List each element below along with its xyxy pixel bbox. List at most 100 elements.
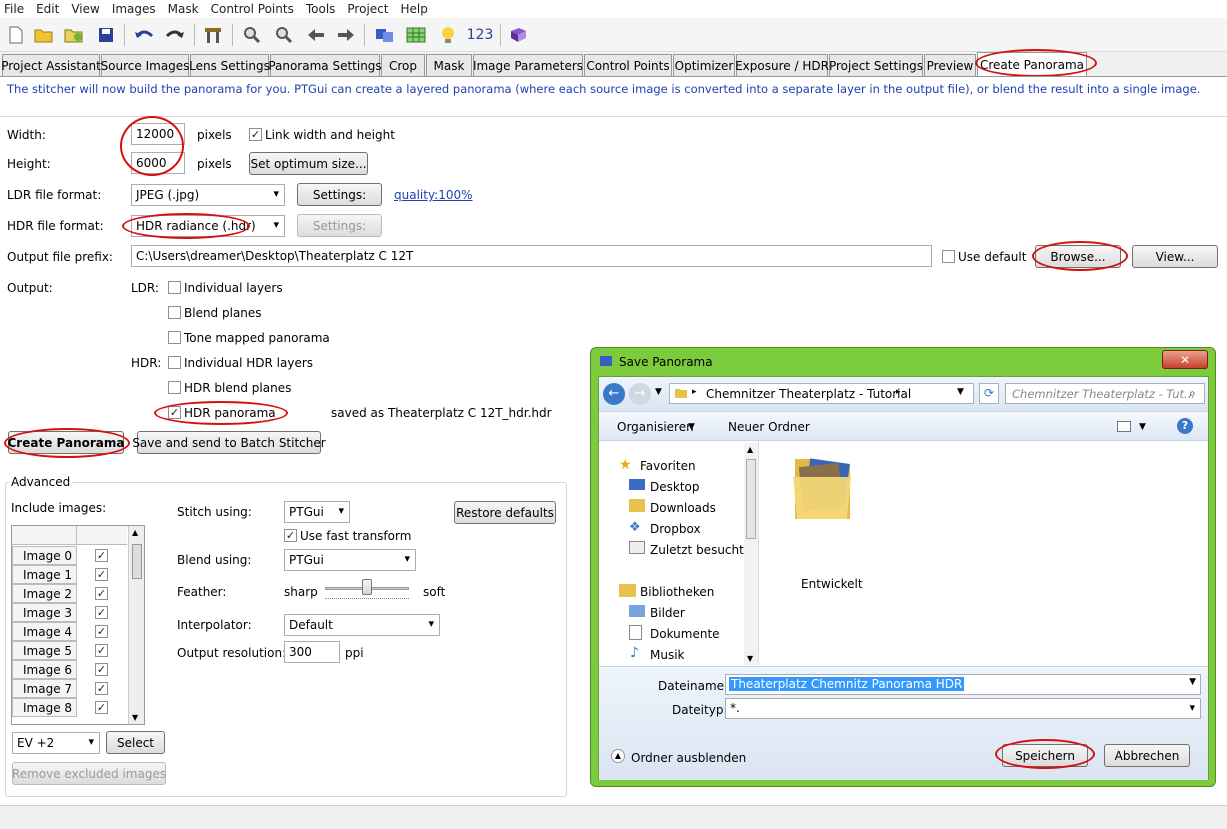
blend-planes-checkbox[interactable] (168, 306, 181, 319)
arrow-left-icon[interactable] (304, 23, 328, 47)
hide-folders-icon[interactable]: ▲ (611, 749, 625, 763)
breadcrumb-folder[interactable]: Chemnitzer Theaterplatz - Tutorial (706, 387, 911, 401)
nav-desktop[interactable]: Desktop (650, 480, 700, 494)
tab-image-parameters[interactable]: Image Parameters (473, 54, 583, 76)
undo-icon[interactable] (132, 23, 156, 47)
hide-folders-button[interactable]: Ordner ausblenden (631, 751, 746, 765)
libraries-title[interactable]: Bibliotheken (640, 585, 714, 599)
tone-mapped-checkbox[interactable] (168, 331, 181, 344)
menu-file[interactable]: File (4, 2, 24, 16)
new-file-icon[interactable] (4, 23, 28, 47)
menu-help[interactable]: Help (400, 2, 427, 16)
tab-mask[interactable]: Mask (426, 54, 472, 76)
ev-select[interactable]: EV +2 (12, 732, 100, 754)
feather-slider[interactable] (325, 579, 409, 601)
hdr-blend-checkbox[interactable] (168, 381, 181, 394)
table-row[interactable]: Image 0 ✓ (12, 546, 128, 565)
hdr-settings-button[interactable]: Settings: (297, 214, 382, 237)
nav-music[interactable]: Musik (650, 648, 685, 662)
batch-stitcher-button[interactable]: Save and send to Batch Stitcher (132, 431, 326, 454)
nav-documents[interactable]: Dokumente (650, 627, 720, 641)
set-optimum-size-button[interactable]: Set optimum size... (249, 152, 368, 175)
search-input[interactable]: Chemnitzer Theaterplatz - Tut... (1005, 383, 1205, 404)
view-options-icon[interactable] (1117, 421, 1131, 432)
table-row[interactable]: Image 2 ✓ (12, 584, 128, 603)
menu-view[interactable]: View (71, 2, 99, 16)
nav-scrollbar[interactable]: ▲ ▼ (744, 443, 758, 665)
quality-link[interactable]: quality:100% (394, 188, 473, 202)
zoom-out-icon[interactable] (272, 23, 296, 47)
save-icon[interactable] (94, 23, 118, 47)
menu-project[interactable]: Project (347, 2, 388, 16)
filename-input[interactable]: Theaterplatz Chemnitz Panorama HDR ▼ (725, 674, 1201, 695)
path-breadcrumb[interactable]: ▸ Chemnitzer Theaterplatz - Tutorial ▸ ▼ (669, 383, 974, 404)
tab-crop[interactable]: Crop (381, 54, 425, 76)
new-folder-button[interactable]: Neuer Ordner (728, 420, 810, 434)
filetype-select[interactable]: *. (725, 698, 1201, 719)
output-resolution-input[interactable]: 300 (284, 641, 340, 663)
align-tools-icon[interactable] (201, 23, 225, 47)
nav-recent[interactable]: Zuletzt besucht (650, 543, 744, 557)
tab-optimizer[interactable]: Optimizer (673, 54, 735, 76)
use-default-checkbox[interactable] (942, 250, 955, 263)
organize-button[interactable]: Organisieren (617, 420, 694, 434)
menu-mask[interactable]: Mask (168, 2, 199, 16)
ldr-format-select[interactable]: JPEG (.jpg) (131, 184, 285, 206)
open-folder-icon[interactable] (32, 23, 56, 47)
include-image-checkbox[interactable]: ✓ (95, 587, 108, 600)
zoom-in-icon[interactable] (240, 23, 264, 47)
favorites-title[interactable]: Favoriten (640, 459, 696, 473)
organize-dropdown-icon[interactable]: ▼ (688, 422, 695, 432)
nav-pictures[interactable]: Bilder (650, 606, 685, 620)
folder-entwickelt-icon[interactable] (791, 451, 855, 525)
refresh-icon[interactable]: ⟳ (979, 383, 999, 404)
panorama-editor-icon[interactable] (373, 23, 397, 47)
path-dropdown-icon[interactable]: ▼ (957, 387, 964, 397)
include-image-checkbox[interactable]: ✓ (95, 568, 108, 581)
redo-icon[interactable] (163, 23, 187, 47)
close-icon[interactable]: ✕ (1162, 350, 1208, 369)
nav-downloads[interactable]: Downloads (650, 501, 716, 515)
tab-exposure-hdr[interactable]: Exposure / HDR (735, 54, 829, 76)
nav-dropbox[interactable]: Dropbox (650, 522, 701, 536)
table-row[interactable]: Image 4 ✓ (12, 622, 128, 641)
menu-tools[interactable]: Tools (306, 2, 336, 16)
table-row[interactable]: Image 5 ✓ (12, 641, 128, 660)
tab-source-images[interactable]: Source Images (101, 54, 189, 76)
view-button[interactable]: View... (1132, 245, 1218, 268)
link-size-checkbox[interactable]: ✓ (249, 128, 262, 141)
forward-icon[interactable]: → (629, 383, 651, 405)
include-image-checkbox[interactable]: ✓ (95, 682, 108, 695)
folder-entwickelt-label[interactable]: Entwickelt (801, 577, 863, 591)
back-icon[interactable]: ← (603, 383, 625, 405)
view-dropdown-icon[interactable]: ▼ (1139, 422, 1146, 432)
table-row[interactable]: Image 3 ✓ (12, 603, 128, 622)
interpolator-select[interactable]: Default (284, 614, 440, 636)
output-prefix-input[interactable]: C:\Users\dreamer\Desktop\Theaterplatz C … (131, 245, 932, 267)
table-row[interactable]: Image 6 ✓ (12, 660, 128, 679)
select-button[interactable]: Select (106, 731, 165, 754)
include-image-checkbox[interactable]: ✓ (95, 644, 108, 657)
table-row[interactable]: Image 7 ✓ (12, 679, 128, 698)
fast-transform-checkbox[interactable]: ✓ (284, 529, 297, 542)
tab-preview[interactable]: Preview (924, 54, 976, 76)
history-dropdown-icon[interactable]: ▼ (655, 387, 662, 397)
tab-lens-settings[interactable]: Lens Settings (189, 54, 270, 76)
help-icon[interactable]: ? (1177, 418, 1193, 434)
arrow-right-icon[interactable] (334, 23, 358, 47)
image-list-scrollbar[interactable]: ▲ ▼ (128, 526, 144, 724)
table-row[interactable]: Image 1 ✓ (12, 565, 128, 584)
tab-project-assistant[interactable]: Project Assistant (1, 54, 101, 76)
include-image-checkbox[interactable]: ✓ (95, 549, 108, 562)
ldr-settings-button[interactable]: Settings: (297, 183, 382, 206)
tab-control-points[interactable]: Control Points (584, 54, 672, 76)
table-row[interactable]: Image 8 ✓ (12, 698, 128, 717)
include-image-checkbox[interactable]: ✓ (95, 701, 108, 714)
tab-panorama-settings[interactable]: Panorama Settings (268, 54, 382, 76)
table-icon[interactable] (404, 23, 428, 47)
remove-excluded-button[interactable]: Remove excluded images (12, 762, 166, 785)
individual-layers-checkbox[interactable] (168, 281, 181, 294)
individual-hdr-checkbox[interactable] (168, 356, 181, 369)
menu-edit[interactable]: Edit (36, 2, 59, 16)
feather-slider-thumb[interactable] (362, 579, 372, 595)
